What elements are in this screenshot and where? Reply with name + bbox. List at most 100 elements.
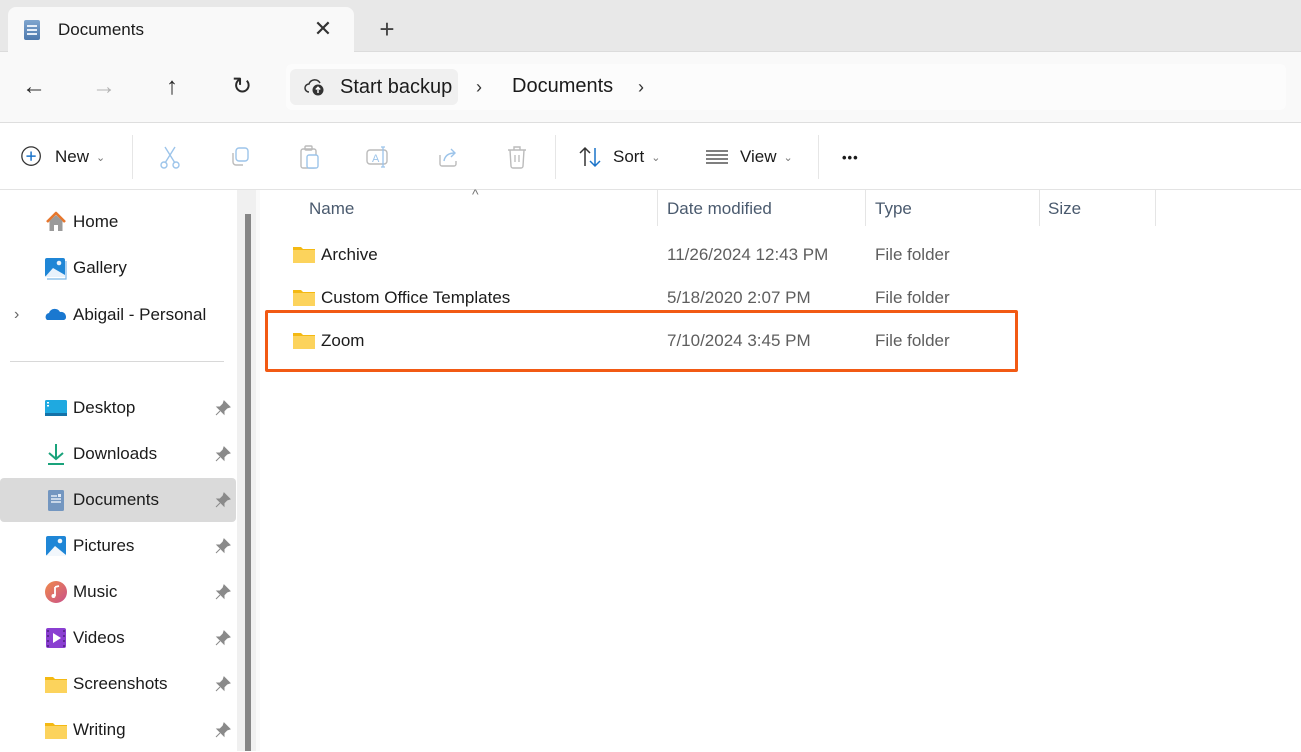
sidebar-item-label: Screenshots xyxy=(73,674,168,693)
pin-icon[interactable] xyxy=(215,584,231,600)
sort-icon xyxy=(579,146,601,168)
divider xyxy=(555,135,556,179)
navigation-pane: Home Gallery › Abigail - Personal Deskto… xyxy=(0,190,237,751)
sidebar-divider xyxy=(10,361,224,362)
folder-icon xyxy=(293,290,315,306)
pin-icon[interactable] xyxy=(215,538,231,554)
pin-icon[interactable] xyxy=(215,492,231,508)
gallery-icon xyxy=(45,258,67,280)
documents-icon xyxy=(48,490,64,511)
sidebar-item-pictures[interactable]: Pictures xyxy=(0,524,236,568)
column-separator[interactable] xyxy=(1039,190,1040,226)
refresh-button[interactable]: ↻ xyxy=(224,69,260,105)
sidebar-item-downloads[interactable]: Downloads xyxy=(0,432,236,476)
sidebar-item-screenshots[interactable]: Screenshots xyxy=(0,662,236,706)
divider xyxy=(818,135,819,179)
cloud-backup-icon xyxy=(304,79,324,96)
pin-icon[interactable] xyxy=(215,676,231,692)
start-backup-button[interactable]: Start backup xyxy=(290,69,458,105)
pictures-icon xyxy=(46,536,66,556)
breadcrumb-documents[interactable]: Documents xyxy=(512,75,613,98)
forward-button[interactable]: → xyxy=(86,69,122,105)
sidebar-item-writing[interactable]: Writing xyxy=(0,708,236,752)
back-button[interactable]: ← xyxy=(16,69,52,105)
sidebar-item-documents[interactable]: Documents xyxy=(0,478,236,522)
view-label: View xyxy=(740,147,777,166)
column-header-size[interactable]: Size xyxy=(1048,190,1081,228)
sidebar-item-label: Home xyxy=(73,212,119,231)
tab-title: Documents xyxy=(58,20,144,39)
pin-icon[interactable] xyxy=(215,630,231,646)
copy-icon[interactable] xyxy=(226,143,254,171)
pin-icon[interactable] xyxy=(215,722,231,738)
file-date-modified: 7/10/2024 3:45 PM xyxy=(667,331,811,350)
desktop-icon xyxy=(45,400,67,416)
tab-documents[interactable]: Documents ✕ xyxy=(8,7,354,53)
sidebar-item-music[interactable]: Music xyxy=(0,570,236,614)
sidebar-item-label: Downloads xyxy=(73,444,158,463)
sidebar-item-label: Music xyxy=(73,582,118,601)
breadcrumb-separator[interactable]: › xyxy=(638,77,644,98)
column-separator[interactable] xyxy=(865,190,866,226)
view-list-icon xyxy=(706,150,728,164)
sidebar-item-label: Writing xyxy=(73,720,126,739)
file-type: File folder xyxy=(875,288,950,307)
sidebar-item-onedrive[interactable]: › Abigail - Personal xyxy=(0,293,236,337)
sidebar-item-label: Videos xyxy=(73,628,125,647)
sidebar-item-gallery[interactable]: Gallery xyxy=(0,246,236,290)
chevron-down-icon: ⌄ xyxy=(96,151,106,164)
sidebar-item-videos[interactable]: Videos xyxy=(0,616,236,660)
sidebar-item-label: Desktop xyxy=(73,398,136,417)
delete-icon[interactable] xyxy=(503,143,531,171)
chevron-down-icon: ⌄ xyxy=(651,151,661,164)
new-button[interactable]: New ⌄ xyxy=(20,139,105,175)
sidebar-item-home[interactable]: Home xyxy=(0,200,236,244)
downloads-icon xyxy=(48,444,64,465)
column-separator[interactable] xyxy=(1155,190,1156,226)
more-options-button[interactable]: ••• xyxy=(842,139,859,175)
up-button[interactable]: ↑ xyxy=(154,69,190,105)
column-header-date-modified[interactable]: Date modified xyxy=(667,190,772,228)
file-date-modified: 11/26/2024 12:43 PM xyxy=(667,245,829,264)
expand-chevron-icon[interactable]: › xyxy=(14,306,19,324)
title-bar: Documents ✕ + xyxy=(0,0,1301,53)
home-icon xyxy=(46,211,66,231)
paste-icon[interactable] xyxy=(296,143,324,171)
sidebar-item-desktop[interactable]: Desktop xyxy=(0,386,236,430)
start-backup-label: Start backup xyxy=(340,76,453,98)
file-type: File folder xyxy=(875,245,950,264)
file-row[interactable]: Custom Office Templates 5/18/2020 2:07 P… xyxy=(260,277,1301,320)
rename-icon[interactable]: A xyxy=(364,143,392,171)
new-tab-button[interactable]: + xyxy=(372,14,402,44)
file-row[interactable]: Archive 11/26/2024 12:43 PM File folder xyxy=(260,234,1301,277)
folder-icon xyxy=(293,247,315,263)
sidebar-scrollbar-thumb[interactable] xyxy=(245,214,251,751)
sidebar-item-label: Pictures xyxy=(73,536,135,555)
column-separator[interactable] xyxy=(657,190,658,226)
close-tab-button[interactable]: ✕ xyxy=(310,15,336,43)
view-button[interactable]: View ⌄ xyxy=(704,139,793,175)
onedrive-cloud-icon xyxy=(45,308,67,320)
column-header-type[interactable]: Type xyxy=(875,190,912,228)
sort-button[interactable]: Sort ⌄ xyxy=(577,139,660,175)
folder-icon xyxy=(293,333,315,349)
file-row[interactable]: Zoom 7/10/2024 3:45 PM File folder xyxy=(260,320,1301,363)
column-header-name[interactable]: Name xyxy=(309,190,354,228)
sidebar-item-label: Documents xyxy=(73,490,159,509)
chevron-down-icon: ⌄ xyxy=(783,151,793,164)
share-icon[interactable] xyxy=(434,143,462,171)
address-bar[interactable]: Start backup › Documents › xyxy=(286,64,1286,110)
cut-icon[interactable] xyxy=(156,143,184,171)
file-list: ^ Name Date modified Type Size Archive 1… xyxy=(260,186,1301,751)
breadcrumb-separator[interactable]: › xyxy=(476,77,482,98)
command-bar: New ⌄ A Sort ⌄ View ⌄ ••• xyxy=(0,123,1301,190)
sort-ascending-icon: ^ xyxy=(472,186,479,202)
file-name: Zoom xyxy=(321,331,365,350)
pin-icon[interactable] xyxy=(215,400,231,416)
pin-icon[interactable] xyxy=(215,446,231,462)
folder-icon xyxy=(45,677,67,693)
sidebar-item-label: Gallery xyxy=(73,258,127,277)
file-name: Custom Office Templates xyxy=(321,288,511,307)
folder-icon xyxy=(45,723,67,739)
videos-icon xyxy=(46,628,66,648)
